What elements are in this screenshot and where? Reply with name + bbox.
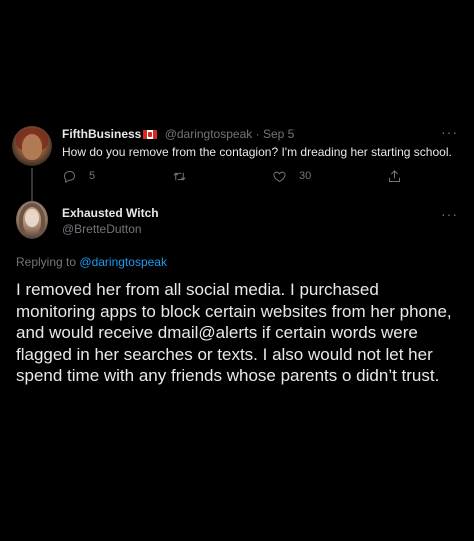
main-more-icon[interactable]: ··· — [441, 207, 458, 221]
parent-tweet-text: How do you remove from the contagion? I'… — [62, 145, 452, 159]
main-avatar[interactable] — [16, 201, 48, 239]
reply-icon — [63, 170, 76, 183]
retweet-button[interactable] — [172, 167, 199, 185]
like-button[interactable]: 30 — [272, 167, 311, 185]
retweet-icon — [173, 172, 186, 180]
main-handle[interactable]: @BretteDutton — [62, 221, 142, 237]
thread-line — [31, 168, 33, 205]
avatar-face — [22, 134, 42, 160]
parent-display-name[interactable]: FifthBusiness — [62, 127, 141, 141]
parent-action-bar: 5 30 — [62, 167, 412, 187]
header-separator: · — [255, 127, 260, 141]
canada-flag-icon — [143, 130, 158, 139]
share-icon — [389, 169, 400, 182]
parent-date[interactable]: Sep 5 — [263, 127, 294, 141]
replying-prefix: Replying to — [16, 255, 77, 269]
main-tweet-text: I removed her from all social media. I p… — [16, 280, 452, 385]
main-display-name[interactable]: Exhausted Witch — [62, 205, 159, 221]
parent-header: FifthBusiness @daringtospeak · Sep 5 — [62, 126, 294, 142]
replying-to-line: Replying to @daringtospeak — [16, 254, 167, 270]
share-button[interactable] — [387, 167, 402, 185]
avatar-face — [25, 209, 39, 227]
heart-icon — [273, 171, 286, 182]
like-count: 30 — [299, 170, 312, 182]
replying-mention-link[interactable]: @daringtospeak — [79, 255, 167, 269]
parent-more-icon[interactable]: ··· — [441, 125, 458, 139]
parent-handle[interactable]: @daringtospeak — [165, 127, 253, 141]
reply-count: 5 — [89, 170, 96, 182]
parent-tweet[interactable]: FifthBusiness @daringtospeak · Sep 5 ···… — [0, 117, 474, 205]
parent-avatar[interactable] — [12, 126, 52, 166]
reply-button[interactable]: 5 — [62, 167, 95, 185]
